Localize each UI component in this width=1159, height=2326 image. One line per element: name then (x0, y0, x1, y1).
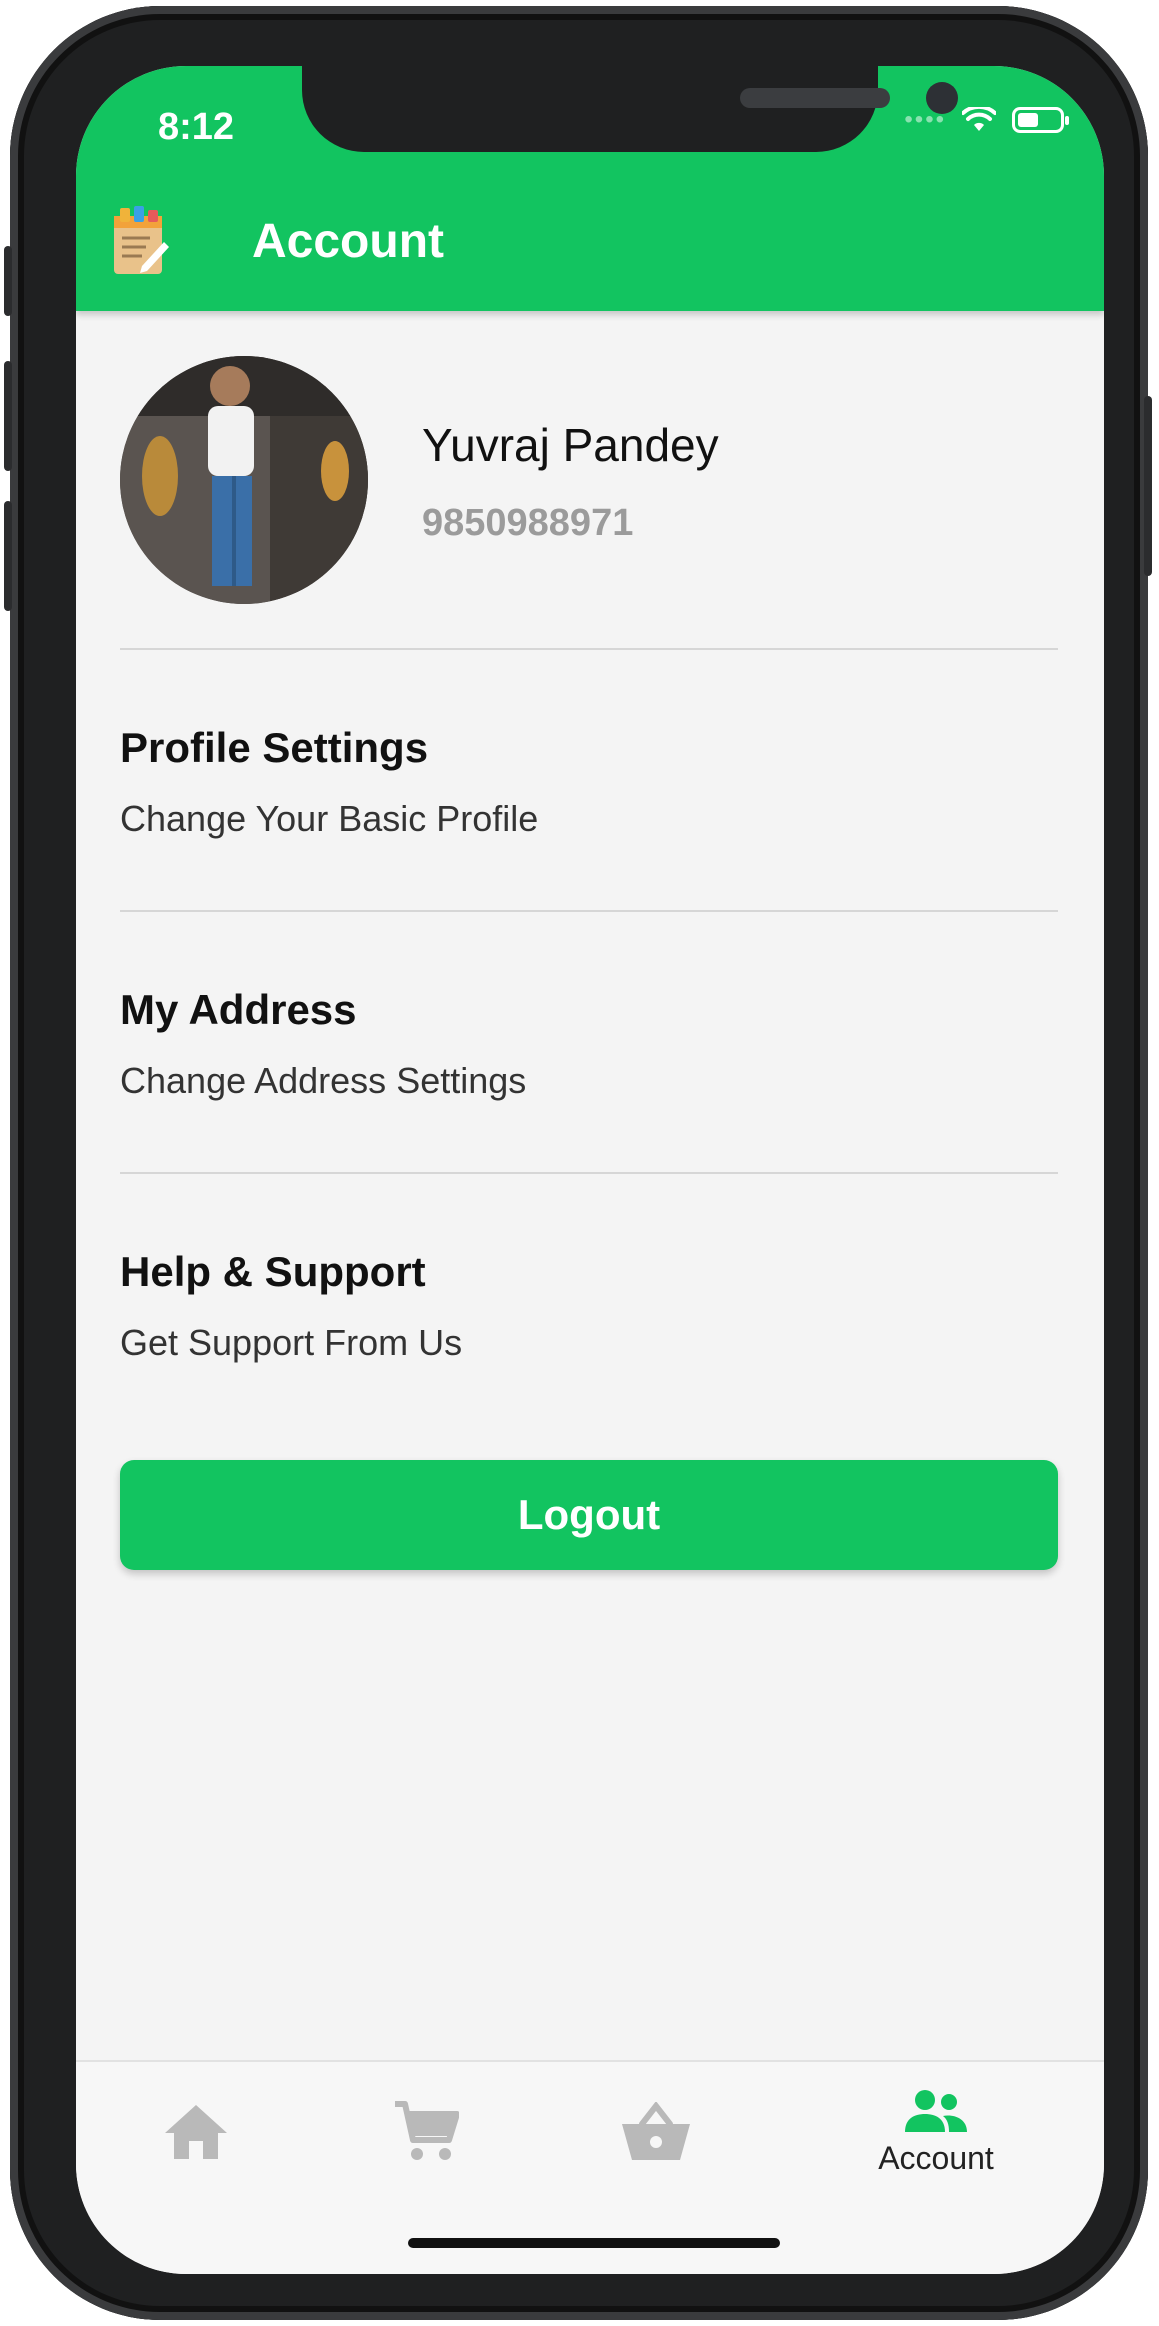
nav-item-basket[interactable] (596, 2062, 716, 2202)
power-button (1144, 396, 1152, 576)
battery-icon (1012, 107, 1069, 133)
user-phone: 9850988971 (422, 502, 634, 544)
notch (302, 66, 958, 152)
speaker (740, 88, 890, 108)
logout-button[interactable]: Logout (120, 1460, 1058, 1570)
mute-switch (4, 246, 12, 316)
user-name: Yuvraj Pandey (422, 419, 719, 471)
cart-icon (395, 2101, 459, 2160)
menu-item-my-address[interactable]: My Address Change Address Settings (120, 986, 1058, 1186)
avatar[interactable] (120, 356, 368, 604)
user-photo (120, 356, 368, 604)
nav-item-account[interactable]: Account (866, 2062, 1006, 2202)
nav-item-cart[interactable] (366, 2062, 486, 2202)
divider (120, 648, 1058, 650)
home-indicator (408, 2238, 780, 2248)
nav-item-home[interactable] (136, 2062, 256, 2202)
app-bar: 8:12 •••• Account (76, 66, 1104, 311)
menu-item-subtitle: Get Support From Us (120, 1322, 463, 1363)
volume-up-button (4, 361, 12, 471)
menu-item-title: Help & Support (120, 1248, 426, 1295)
basket-icon (622, 2102, 690, 2160)
menu-item-help-support[interactable]: Help & Support Get Support From Us (120, 1248, 1058, 1448)
notepad-pencil-icon (114, 206, 169, 274)
menu-item-subtitle: Change Address Settings (120, 1060, 527, 1101)
page-title: Account (252, 215, 444, 268)
phone-frame: 8:12 •••• Account Yuvraj Pandey 98509889… (4, 6, 1152, 2320)
app-screen: 8:12 •••• Account Yuvraj Pandey 98509889… (76, 66, 1104, 2274)
wifi-icon (962, 107, 996, 131)
menu-item-profile-settings[interactable]: Profile Settings Change Your Basic Profi… (120, 724, 1058, 924)
volume-down-button (4, 501, 12, 611)
status-time: 8:12 (158, 106, 235, 148)
menu-item-title: Profile Settings (120, 724, 429, 771)
divider (120, 910, 1058, 912)
menu-item-subtitle: Change Your Basic Profile (120, 798, 539, 839)
nav-item-label: Account (878, 2139, 994, 2176)
menu-item-title: My Address (120, 986, 357, 1033)
signal-icon: •••• (904, 106, 946, 133)
account-group-icon (905, 2089, 967, 2132)
status-icons: •••• (904, 106, 1069, 134)
home-icon (165, 2105, 227, 2159)
divider (120, 1172, 1058, 1174)
